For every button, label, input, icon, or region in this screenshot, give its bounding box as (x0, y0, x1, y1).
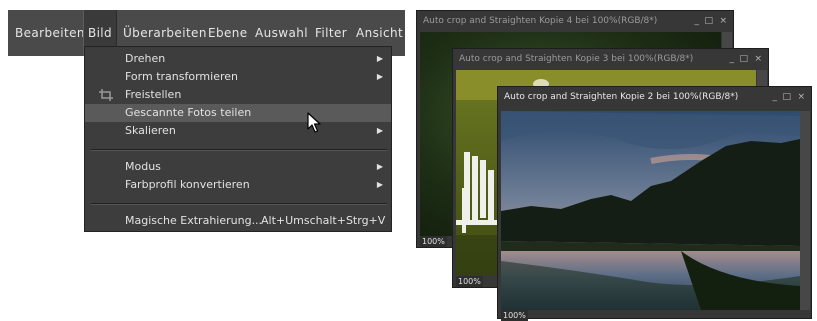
menu-item-label: Skalieren (125, 124, 176, 137)
image-canvas[interactable] (501, 111, 800, 310)
mouse-pointer-icon (307, 112, 321, 133)
zoom-level: 100% (420, 236, 447, 247)
minimize-icon[interactable]: _ (695, 11, 700, 31)
minimize-icon[interactable]: _ (773, 87, 778, 107)
menu-item-gescannte-fotos-teilen[interactable]: Gescannte Fotos teilen (85, 104, 391, 122)
submenu-arrow-icon: ▶ (376, 162, 383, 171)
menu-item-label: Magische Extrahierung... (125, 214, 263, 227)
menu-item-label: Freistellen (125, 88, 182, 101)
crop-icon (99, 89, 113, 101)
menu-item-label: Form transformieren (125, 70, 238, 83)
photo-lake-sunset (501, 111, 800, 310)
menu-item-freistellen[interactable]: Freistellen (85, 86, 391, 104)
submenu-arrow-icon: ▶ (376, 54, 383, 63)
maximize-icon[interactable]: □ (739, 49, 748, 69)
window-title: Auto crop and Straighten Kopie 2 bei 100… (504, 92, 739, 102)
menu-bearbeiten[interactable]: Bearbeiten (15, 10, 85, 56)
close-icon[interactable]: × (754, 49, 762, 69)
menu-item-shortcut: Alt+Umschalt+Strg+V (261, 214, 386, 227)
menu-item-label: Farbprofil konvertieren (125, 178, 250, 191)
bild-dropdown-menu: Drehen ▶ Form transformieren ▶ Freistell… (84, 46, 392, 232)
window-title: Auto crop and Straighten Kopie 3 bei 100… (459, 54, 694, 64)
close-icon[interactable]: × (797, 87, 805, 107)
menu-item-form-transformieren[interactable]: Form transformieren ▶ (85, 68, 391, 86)
menu-item-modus[interactable]: Modus ▶ (85, 158, 391, 176)
submenu-arrow-icon: ▶ (376, 126, 383, 135)
menu-item-farbprofil-konvertieren[interactable]: Farbprofil konvertieren ▶ (85, 176, 391, 194)
menu-item-skalieren[interactable]: Skalieren ▶ (85, 122, 391, 140)
submenu-arrow-icon: ▶ (376, 180, 383, 189)
menu-separator (91, 203, 387, 205)
menu-item-label: Drehen (125, 52, 166, 65)
menu-separator (91, 149, 387, 151)
menu-item-magische-extrahierung[interactable]: Magische Extrahierung... Alt+Umschalt+St… (85, 212, 391, 230)
window-title: Auto crop and Straighten Kopie 4 bei 100… (423, 16, 658, 26)
vertical-scrollbar[interactable] (800, 111, 810, 310)
zoom-level: 100% (501, 310, 528, 321)
menu-item-label: Modus (125, 160, 161, 173)
minimize-icon[interactable]: _ (730, 49, 735, 69)
zoom-level: 100% (456, 276, 483, 287)
submenu-arrow-icon: ▶ (376, 72, 383, 81)
maximize-icon[interactable]: □ (704, 11, 713, 31)
menu-item-label: Gescannte Fotos teilen (125, 106, 252, 119)
maximize-icon[interactable]: □ (782, 87, 791, 107)
close-icon[interactable]: × (719, 11, 727, 31)
menu-item-drehen[interactable]: Drehen ▶ (85, 50, 391, 68)
document-window-kopie-2[interactable]: Auto crop and Straighten Kopie 2 bei 100… (497, 86, 812, 321)
